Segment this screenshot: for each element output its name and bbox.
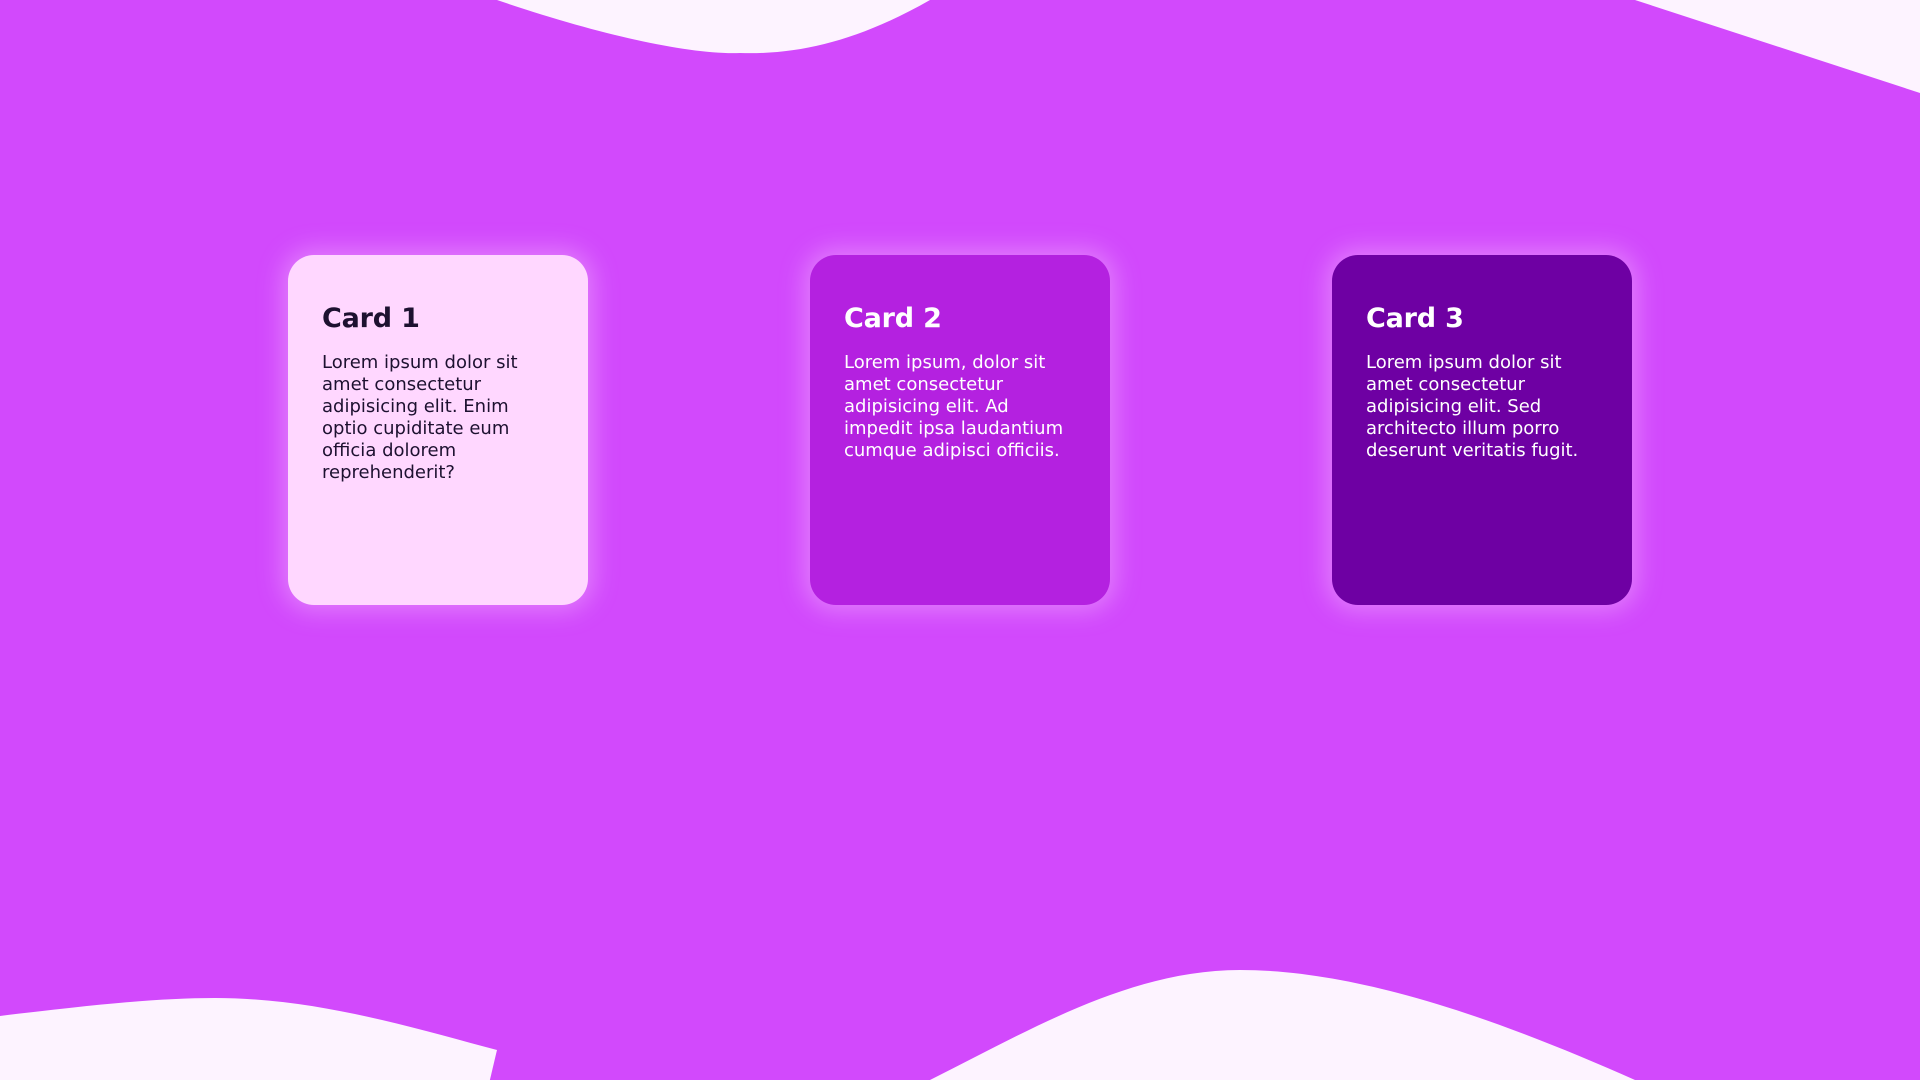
card-1: Card 1 Lorem ipsum dolor sit amet consec… xyxy=(288,255,588,605)
card-row: Card 1 Lorem ipsum dolor sit amet consec… xyxy=(0,255,1920,605)
card-title: Card 1 xyxy=(322,303,420,334)
card-title: Card 2 xyxy=(844,303,942,334)
bottom-wave-decoration xyxy=(0,970,1635,1080)
top-wave-decoration xyxy=(497,0,1920,93)
card-text: Lorem ipsum dolor sit amet consectetur a… xyxy=(322,352,518,484)
card-text: Lorem ipsum, dolor sit amet consectetur … xyxy=(844,352,1064,462)
card-3: Card 3 Lorem ipsum dolor sit amet consec… xyxy=(1332,255,1632,605)
card-2: Card 2 Lorem ipsum, dolor sit amet conse… xyxy=(810,255,1110,605)
card-text: Lorem ipsum dolor sit amet consectetur a… xyxy=(1366,352,1579,462)
card-title: Card 3 xyxy=(1366,303,1464,334)
